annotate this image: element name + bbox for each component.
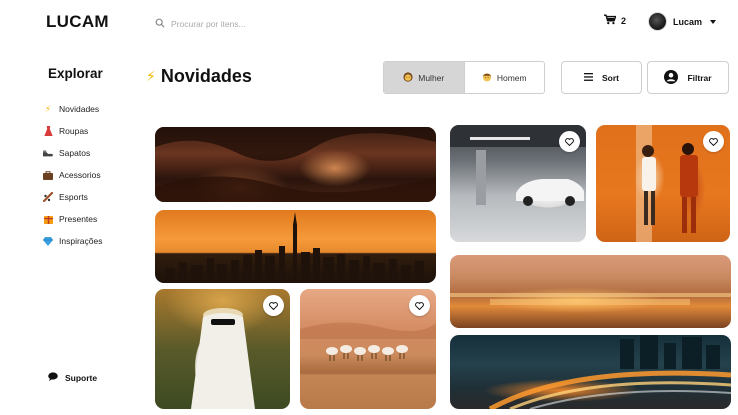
sidebar-item-label: Acessorios	[59, 170, 101, 180]
product-image-car-garage[interactable]	[450, 125, 586, 242]
bag-icon	[43, 170, 53, 180]
avatar	[648, 12, 667, 31]
page-title: Novidades	[160, 66, 252, 86]
sidebar-item-label: Sapatos	[59, 148, 91, 158]
sidebar-item-label: Novidades	[59, 104, 100, 114]
favorite-button[interactable]	[409, 295, 430, 316]
skate-icon	[43, 192, 53, 202]
search-icon	[155, 15, 165, 33]
toggle-label: Homem	[496, 72, 527, 83]
sidebar-item-esports[interactable]: Esports	[43, 186, 102, 208]
sidebar-item-label: Esports	[59, 192, 88, 202]
sort-button[interactable]: Sort	[561, 61, 642, 94]
toggle-homem[interactable]: Homem	[463, 62, 545, 93]
sidebar-item-label: Roupas	[59, 126, 89, 136]
user-menu[interactable]: Lucam	[648, 12, 717, 31]
product-image-canyon[interactable]	[155, 127, 436, 202]
chevron-down-icon	[710, 19, 717, 24]
dress-icon	[43, 126, 53, 136]
sidebar-item-inspiracoes[interactable]: Inspirações	[43, 230, 102, 252]
filter-button[interactable]: Filtrar	[647, 61, 729, 94]
product-image-city-lights[interactable]	[450, 335, 731, 409]
gift-icon	[43, 214, 53, 224]
cart-icon	[604, 14, 617, 27]
heart-icon	[565, 133, 574, 151]
logo[interactable]: LUCAM	[46, 12, 109, 32]
heart-icon	[709, 133, 718, 151]
sort-label: Sort	[602, 72, 619, 83]
sidebar-item-sapatos[interactable]: Sapatos	[43, 142, 102, 164]
sidebar-item-acessorios[interactable]: Acessorios	[43, 164, 102, 186]
favorite-button[interactable]	[703, 131, 724, 152]
woman-icon	[403, 71, 413, 84]
search-input[interactable]	[171, 19, 331, 29]
sidebar-title: Explorar	[48, 66, 103, 81]
product-image-desert-animals[interactable]	[300, 289, 436, 409]
favorite-button[interactable]	[263, 295, 284, 316]
product-image-orange-studio[interactable]	[596, 125, 730, 242]
search-bar[interactable]	[155, 15, 331, 33]
heart-icon	[415, 297, 424, 315]
support-label: Suporte	[65, 372, 98, 383]
cart-count: 2	[621, 15, 627, 26]
user-circle-icon	[664, 69, 679, 86]
sidebar-nav: ⚡ Novidades Roupas Sapatos Acessorios Es…	[43, 98, 102, 252]
support-link[interactable]: Suporte	[48, 372, 97, 383]
filter-label: Filtrar	[687, 72, 712, 83]
gender-toggle: Mulher Homem	[383, 61, 545, 94]
favorite-button[interactable]	[559, 131, 580, 152]
sidebar-item-roupas[interactable]: Roupas	[43, 120, 102, 142]
man-icon	[482, 72, 492, 84]
toggle-label: Mulher	[418, 72, 445, 83]
toggle-mulher[interactable]: Mulher	[384, 62, 464, 93]
product-image-city-sunset[interactable]	[155, 210, 436, 283]
product-image-ghost-costume[interactable]	[155, 289, 290, 409]
lightning-icon: ⚡	[44, 103, 52, 114]
user-name: Lucam	[673, 16, 703, 27]
heart-icon	[269, 297, 278, 315]
lightning-icon: ⚡	[146, 68, 156, 84]
chat-bubble-icon	[48, 372, 58, 383]
shoe-icon	[43, 149, 53, 157]
cart-button[interactable]: 2	[604, 14, 626, 27]
menu-lines-icon	[584, 72, 593, 83]
sidebar-item-label: Presentes	[59, 214, 98, 224]
sidebar-item-label: Inspirações	[59, 236, 103, 246]
sidebar-item-presentes[interactable]: Presentes	[43, 208, 102, 230]
diamond-icon	[43, 236, 53, 246]
sidebar-item-novidades[interactable]: ⚡ Novidades	[43, 98, 102, 120]
page-heading: ⚡ Novidades	[146, 66, 252, 87]
product-image-sunset-sea[interactable]	[450, 255, 731, 328]
